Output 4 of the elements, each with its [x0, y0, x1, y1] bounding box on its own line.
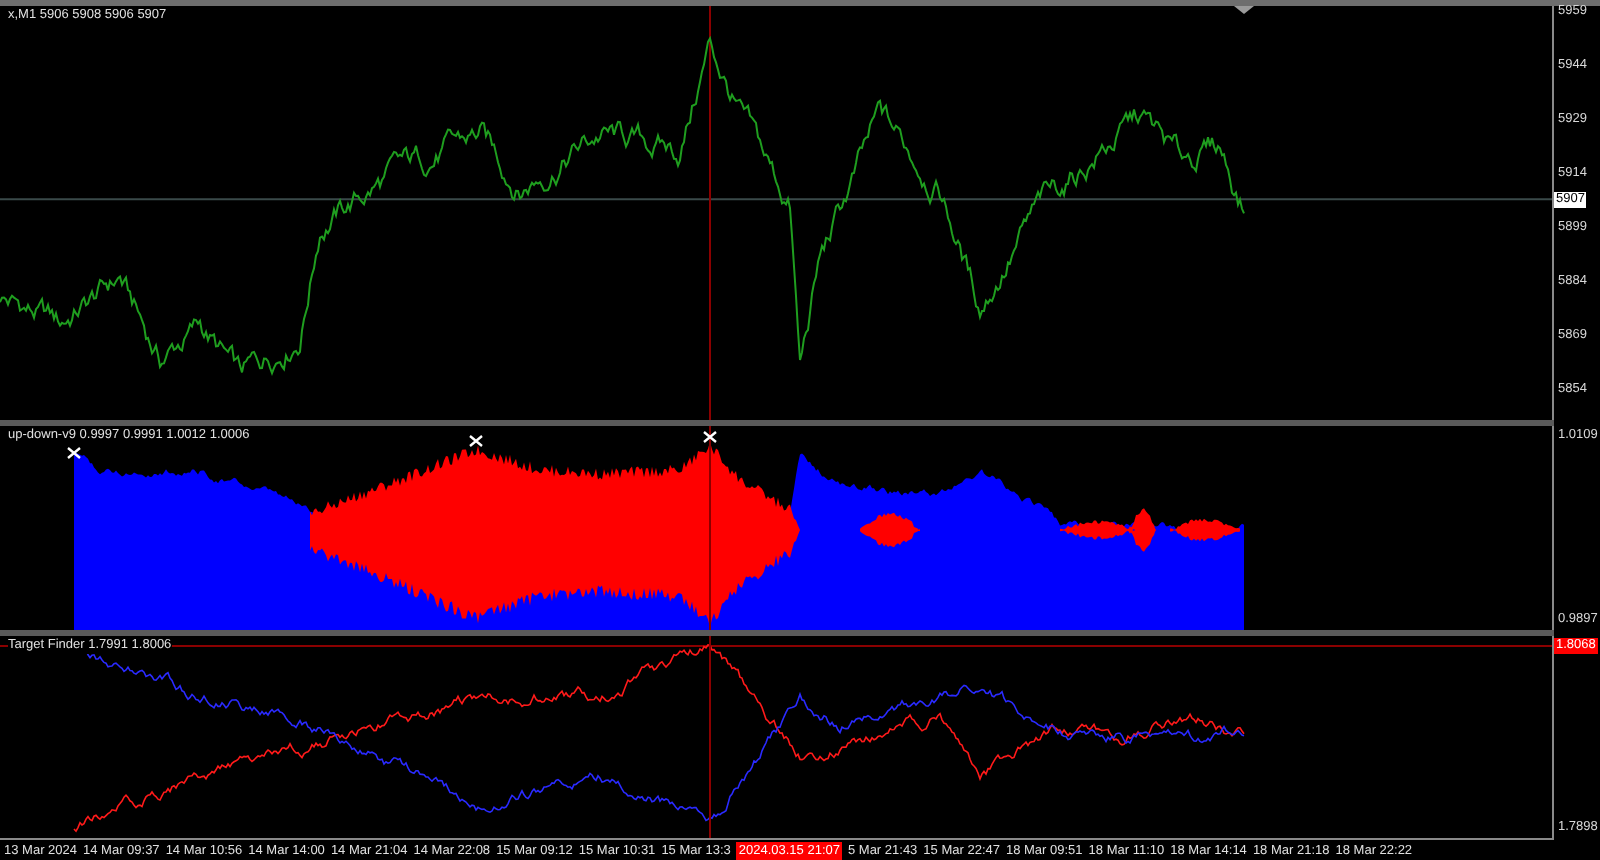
signal-marker-icon: [702, 430, 718, 444]
signal-marker-icon: [468, 434, 484, 448]
scroll-marker-icon: [1234, 6, 1254, 14]
signal-marker-icon: [66, 446, 82, 460]
